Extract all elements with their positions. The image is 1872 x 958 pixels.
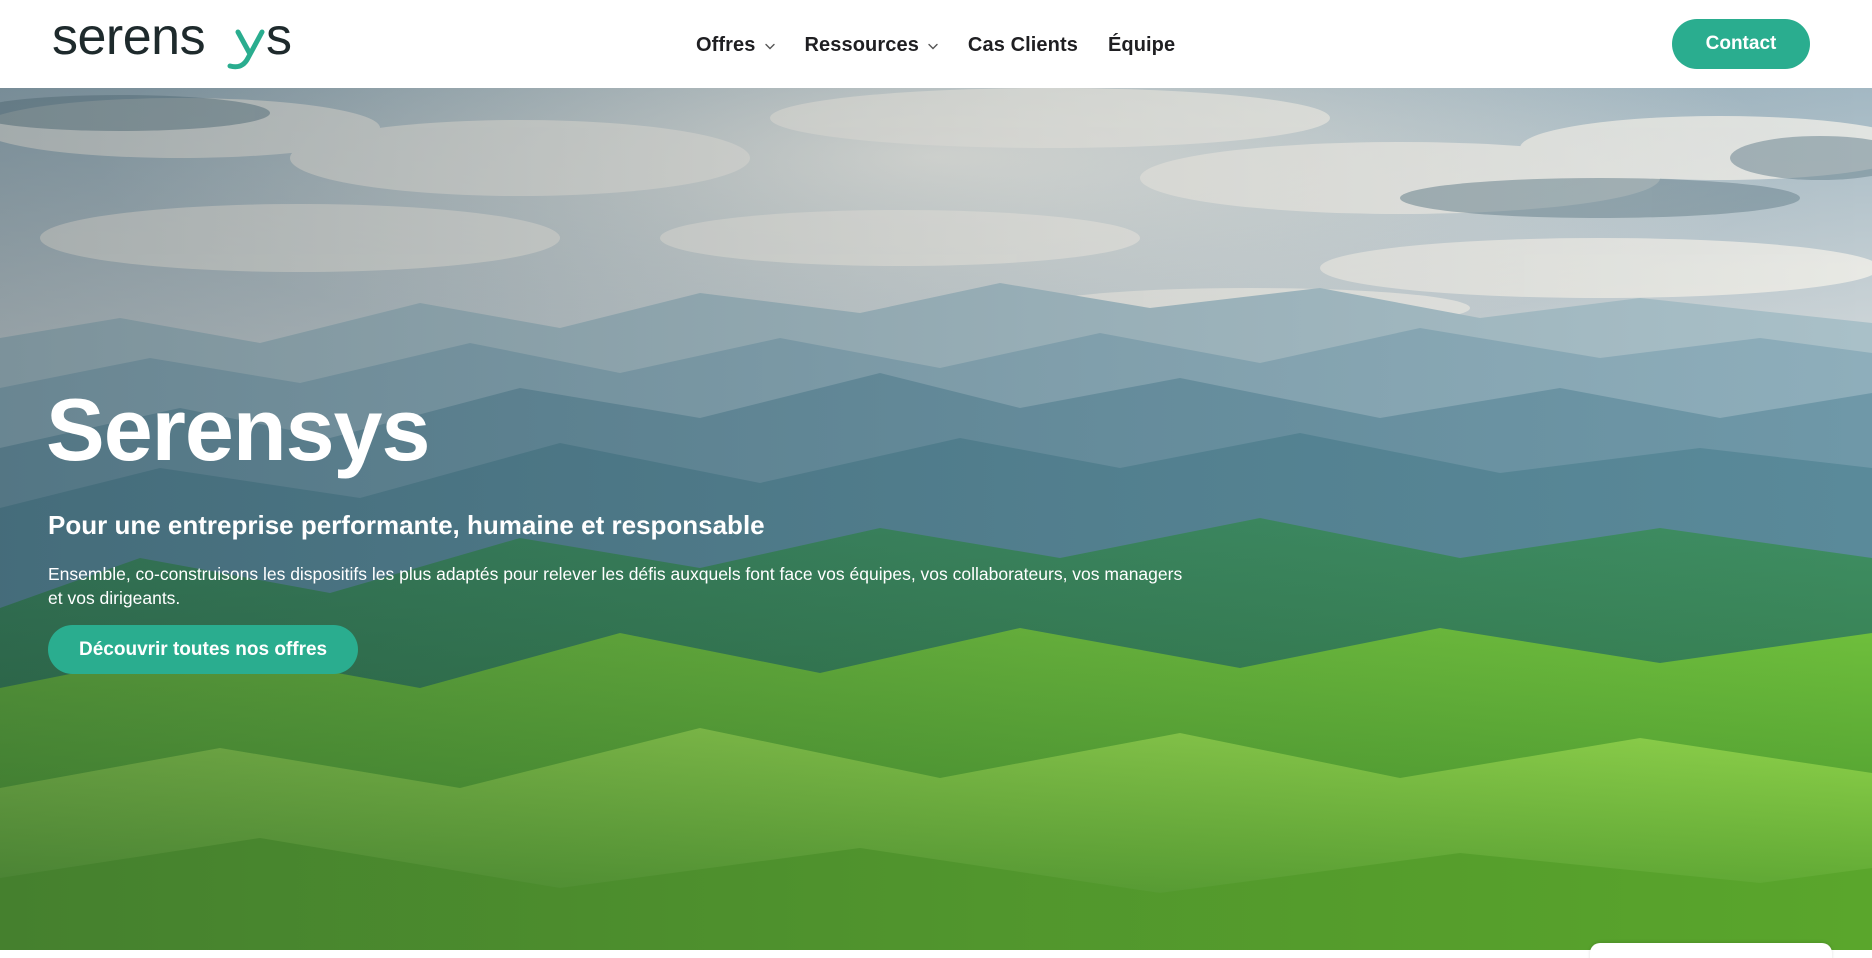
chevron-down-icon [764, 43, 775, 50]
hero-description: Ensemble, co-construisons les dispositif… [48, 564, 1183, 608]
svg-text:serens: serens [52, 14, 205, 66]
nav-item-cas-clients[interactable]: Cas Clients [968, 34, 1078, 57]
hero-section: Serensys Pour une entreprise performante… [0, 88, 1872, 950]
hero-subtitle: Pour une entreprise performante, humaine… [48, 510, 765, 540]
nav-item-label: Équipe [1107, 33, 1176, 56]
nav-item-label: Ressources [804, 33, 919, 56]
site-header: serens s Offres Ressources Cas Clients É… [0, 0, 1872, 88]
hero-title: Serensys [46, 380, 430, 479]
nav-item-offres[interactable]: Offres [696, 34, 775, 57]
chevron-down-icon [928, 43, 938, 50]
nav-item-label: Cas Clients [967, 33, 1078, 56]
nav-item-label: Offres [696, 33, 756, 56]
floating-widget[interactable] [1590, 943, 1832, 958]
nav-item-ressources[interactable]: Ressources [805, 34, 938, 57]
serensys-logo[interactable]: serens s [52, 14, 312, 72]
svg-text:s: s [266, 14, 292, 66]
nav-item-equipe[interactable]: Équipe [1108, 34, 1175, 57]
contact-button[interactable]: Contact [1672, 19, 1810, 69]
main-nav: Offres Ressources Cas Clients Équipe [696, 30, 1175, 60]
discover-offers-button[interactable]: Découvrir toutes nos offres [48, 625, 359, 674]
